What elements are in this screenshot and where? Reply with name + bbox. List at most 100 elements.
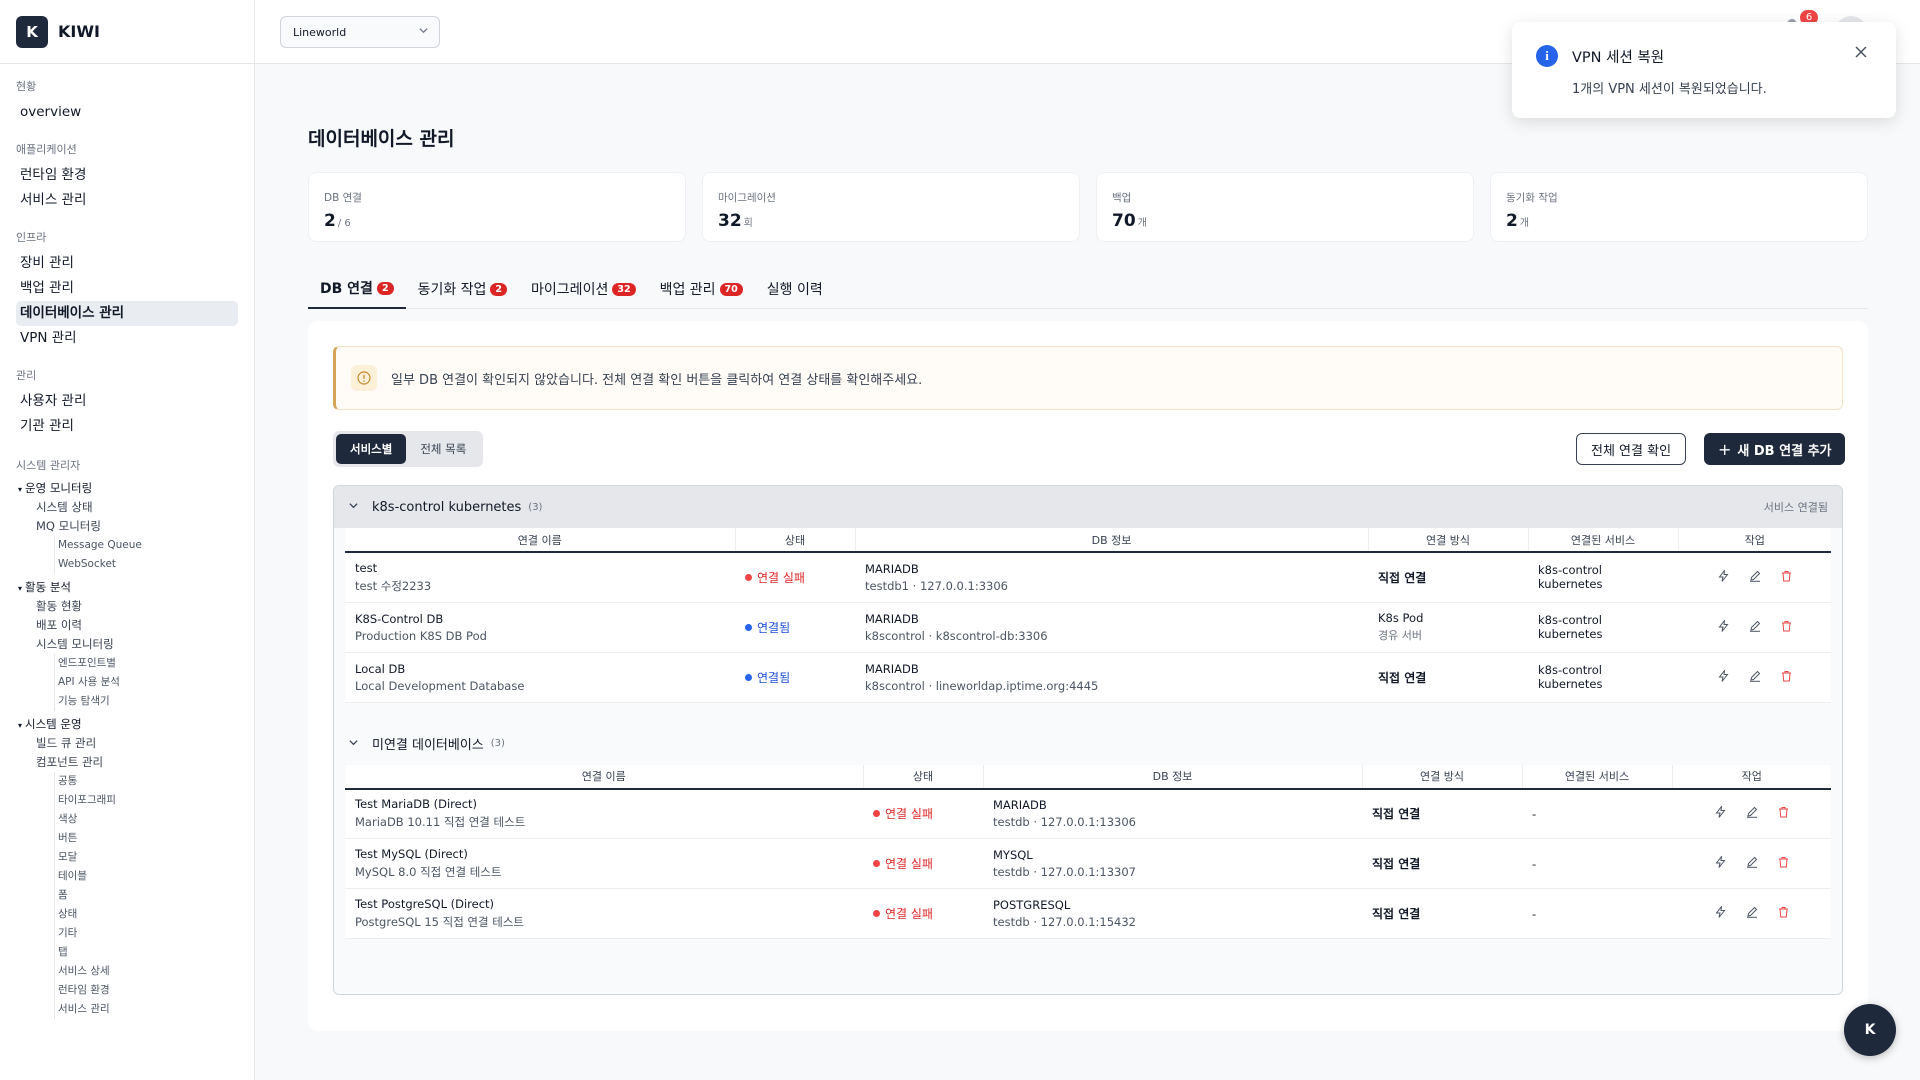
toast-title: VPN 세션 복원 (1572, 50, 1665, 66)
table-row[interactable]: K8S-Control DB Production K8S DB Pod 연결됨 … (345, 602, 1831, 653)
sidebar-item-system-monitoring[interactable]: 시스템 모니터링 (16, 635, 238, 654)
sidebar-item-component[interactable]: 상태 (58, 905, 238, 924)
sidebar-item-overview[interactable]: overview (16, 100, 238, 125)
edit-icon[interactable] (1746, 806, 1758, 821)
nav-section-title: 인프라 (16, 231, 47, 244)
column-header: 연결된 서비스 (1522, 764, 1673, 790)
table-row[interactable]: Test MySQL (Direct) MySQL 8.0 직접 연결 테스트 연… (345, 838, 1831, 889)
sidebar-item-equipment[interactable]: 장비 관리 (16, 251, 238, 276)
close-icon[interactable] (1854, 44, 1868, 63)
info-circle-icon (351, 365, 377, 391)
delete-icon[interactable] (1778, 856, 1789, 871)
sidebar-item-orgs[interactable]: 기관 관리 (16, 414, 238, 439)
sidebar-item-component[interactable]: 타이포그래피 (58, 791, 238, 810)
status-badge: 연결 실패 (873, 905, 973, 922)
tab-migrations[interactable]: 마이그레이션 32 (519, 269, 648, 309)
sidebar-item-component[interactable]: 런타임 환경 (58, 981, 238, 1000)
sidebar-item-endpoints[interactable]: 엔드포인트별 (58, 654, 238, 673)
delete-icon[interactable] (1781, 570, 1792, 585)
unlinked-group-header[interactable]: 미연결 데이터베이스 (3) (334, 722, 1842, 765)
main-content: 데이터베이스 관리 DB 연결 2/ 6 마이그레이션 32 회 백업 70 개 동… (255, 64, 1920, 1080)
status-cell: 연결됨 (735, 602, 855, 653)
sidebar-item-feature-explorer[interactable]: 기능 탐색기 (58, 692, 238, 711)
sidebar-group-activity[interactable]: ▾ 활동 분석 (16, 578, 238, 597)
test-connection-icon[interactable] (1714, 854, 1726, 871)
view-by-service-button[interactable]: 서비스별 (336, 434, 407, 464)
sidebar-item-mq-monitoring[interactable]: MQ 모니터링 (16, 517, 238, 536)
connections-table: 연결 이름 상태 DB 정보 연결 방식 연결된 서비스 작업 Test Mar… (345, 764, 1831, 939)
method-cell: 직접 연결 (1362, 788, 1522, 839)
floating-assistant-button[interactable]: K (1844, 1004, 1896, 1056)
edit-icon[interactable] (1749, 570, 1761, 585)
edit-icon[interactable] (1746, 856, 1758, 871)
delete-icon[interactable] (1781, 670, 1792, 685)
sidebar-item-component[interactable]: 서비스 관리 (58, 1000, 238, 1019)
sidebar-group-system-ops[interactable]: ▾ 시스템 운영 (16, 715, 238, 734)
nav-section-title: 현황 (16, 80, 37, 93)
sidebar-item-backup[interactable]: 백업 관리 (16, 276, 238, 301)
tab-db-connections[interactable]: DB 연결 2 (308, 269, 406, 309)
sidebar-item-component[interactable]: 버튼 (58, 829, 238, 848)
table-row[interactable]: test test 수정2233 연결 실패 MARIADB testdb1 · 1… (345, 552, 1831, 603)
tab-backups[interactable]: 백업 관리 70 (648, 269, 755, 309)
edit-icon[interactable] (1746, 906, 1758, 921)
test-connection-icon[interactable] (1714, 804, 1726, 821)
sidebar-item-deploy-history[interactable]: 배포 이력 (16, 616, 238, 635)
group-label: 시스템 운영 (25, 717, 82, 731)
sidebar-item-database[interactable]: 데이터베이스 관리 (16, 301, 238, 326)
sidebar-item-component[interactable]: 모달 (58, 848, 238, 867)
test-connection-icon[interactable] (1717, 568, 1729, 585)
db-type: MARIADB (865, 611, 919, 626)
sidebar-item-component[interactable]: 폼 (58, 886, 238, 905)
table-row[interactable]: Test PostgreSQL (Direct) PostgreSQL 15 직접… (345, 888, 1831, 939)
sidebar-item-services[interactable]: 서비스 관리 (16, 188, 238, 213)
db-info-cell: POSTGRESQL testdb · 127.0.0.1:15432 (983, 888, 1362, 939)
sidebar-item-system-status[interactable]: 시스템 상태 (16, 498, 238, 517)
status-badge: 연결 실패 (873, 805, 973, 822)
test-connection-icon[interactable] (1714, 904, 1726, 921)
sidebar-item-activity-status[interactable]: 활동 현황 (16, 597, 238, 616)
sidebar-item-api-usage[interactable]: API 사용 분석 (58, 673, 238, 692)
db-type: MYSQL (993, 848, 1033, 862)
delete-icon[interactable] (1778, 806, 1789, 821)
status-cell: 연결 실패 (863, 838, 983, 889)
sidebar-item-websocket[interactable]: WebSocket (58, 555, 238, 574)
edit-icon[interactable] (1749, 620, 1761, 635)
edit-icon[interactable] (1749, 670, 1761, 685)
delete-icon[interactable] (1778, 906, 1789, 921)
check-all-connections-button[interactable]: 전체 연결 확인 (1576, 433, 1687, 465)
test-connection-icon[interactable] (1717, 668, 1729, 685)
sidebar-item-build-queue[interactable]: 빌드 큐 관리 (16, 734, 238, 753)
tab-label: 백업 관리 (659, 282, 716, 298)
table-row[interactable]: Local DB Local Development Database 연결됨 M… (345, 652, 1831, 703)
add-db-connection-button[interactable]: + 새 DB 연결 추가 (1704, 433, 1846, 465)
sidebar-group-ops-monitoring[interactable]: ▾ 운영 모니터링 (16, 479, 238, 498)
table-row[interactable]: Test MariaDB (Direct) MariaDB 10.11 직접 연결… (345, 788, 1831, 839)
nav-section-title: 애플리케이션 (16, 143, 77, 156)
connection-name: Local DB (355, 661, 406, 676)
sidebar-item-users[interactable]: 사용자 관리 (16, 389, 238, 414)
sidebar-item-component[interactable]: 테이블 (58, 867, 238, 886)
delete-icon[interactable] (1781, 620, 1792, 635)
org-select[interactable]: Lineworld (280, 16, 440, 48)
service-group-header[interactable]: k8s-control kubernetes (3) 서비스 연결됨 (334, 486, 1842, 528)
sidebar-item-component[interactable]: 공통 (58, 772, 238, 791)
connection-name: Test PostgreSQL (Direct) (355, 897, 495, 911)
db-info-cell: MARIADB testdb · 127.0.0.1:13306 (983, 788, 1362, 839)
sidebar-item-component-mgmt[interactable]: 컴포넌트 관리 (16, 753, 238, 772)
brand[interactable]: K KIWI (0, 0, 254, 64)
test-connection-icon[interactable] (1717, 618, 1729, 635)
sidebar-item-runtime[interactable]: 런타임 환경 (16, 163, 238, 188)
sidebar-item-component[interactable]: 탭 (58, 943, 238, 962)
sidebar-item-vpn[interactable]: VPN 관리 (16, 326, 238, 351)
sidebar-item-component[interactable]: 색상 (58, 810, 238, 829)
tab-sync-jobs[interactable]: 동기화 작업 2 (406, 269, 519, 309)
connection-name: Test MariaDB (Direct) (355, 797, 478, 812)
sidebar-item-message-queue[interactable]: Message Queue (58, 536, 238, 555)
view-all-list-button[interactable]: 전체 목록 (406, 434, 480, 464)
tab-execution-history[interactable]: 실행 이력 (755, 269, 835, 309)
sidebar-item-component[interactable]: 서비스 상세 (58, 962, 238, 981)
sidebar-item-component[interactable]: 기타 (58, 924, 238, 943)
linked-service: k8s-control kubernetes (1528, 552, 1678, 603)
status-dot-icon (745, 573, 752, 581)
